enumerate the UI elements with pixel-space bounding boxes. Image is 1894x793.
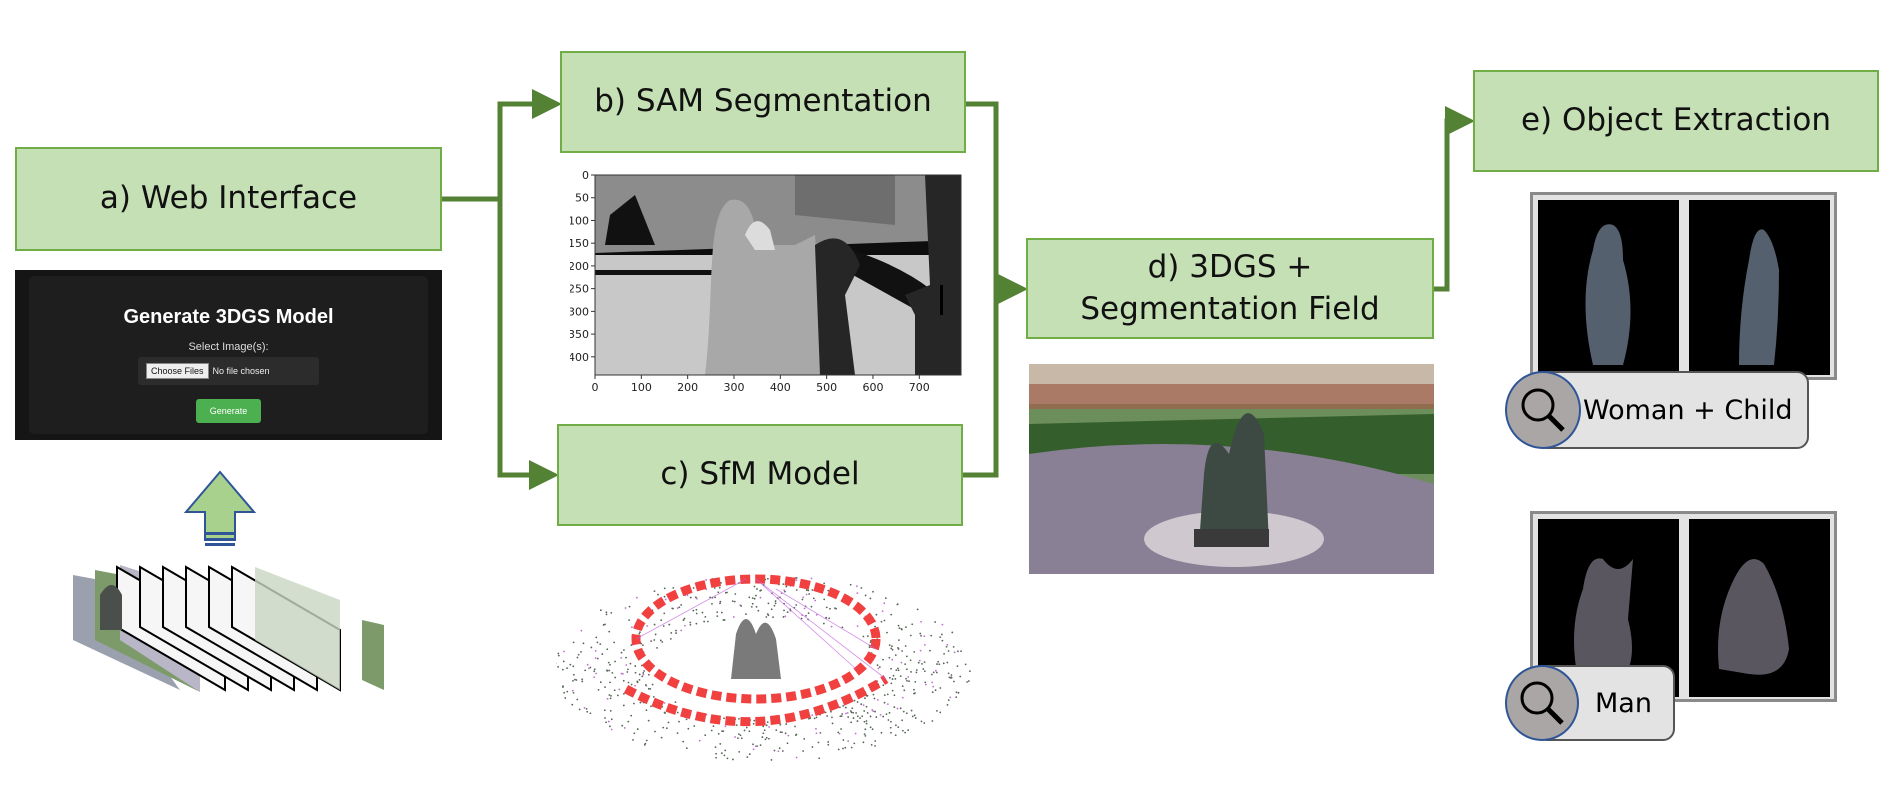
stage-d-3dgs-segmentation-field: d) 3DGS + Segmentation Field xyxy=(1026,238,1434,339)
x-tick-label: 100 xyxy=(631,381,652,394)
stage-d-label-line1: d) 3DGS + xyxy=(1147,248,1313,285)
y-tick-label: 100 xyxy=(570,214,589,227)
query-label: Man xyxy=(1595,687,1652,719)
connector-d-to-e xyxy=(1434,106,1475,292)
connector-a-to-b xyxy=(442,89,562,202)
x-tick-label: 0 xyxy=(592,381,599,394)
file-status: No file chosen xyxy=(212,366,270,376)
file-input[interactable]: Choose Files No file chosen xyxy=(138,357,319,385)
woman-child-extraction-panel xyxy=(1530,192,1837,380)
x-tick-label: 300 xyxy=(723,381,744,394)
stage-d-label-line2: Segmentation Field xyxy=(1080,290,1380,327)
stage-a-label: a) Web Interface xyxy=(99,180,358,217)
y-tick-label: 50 xyxy=(575,192,589,205)
stage-c-sfm-model: c) SfM Model xyxy=(557,424,963,526)
input-image-stack xyxy=(73,565,384,692)
query-label: Woman + Child xyxy=(1583,394,1793,426)
y-tick-label: 150 xyxy=(570,237,589,250)
man-view-2 xyxy=(1689,519,1830,697)
x-tick-label: 700 xyxy=(909,381,930,394)
stage-e-object-extraction: e) Object Extraction xyxy=(1473,70,1879,172)
stage-a-web-interface: a) Web Interface xyxy=(15,147,442,251)
magnifier-icon[interactable] xyxy=(1505,665,1579,741)
sam-segmentation-plot: 0 100 200 300 400 500 600 700 0 50 100 150 200 250 300… xyxy=(570,170,962,394)
generate-button[interactable]: Generate xyxy=(195,399,262,423)
select-images-label: Select Image(s): xyxy=(188,341,269,353)
y-tick-label: 400 xyxy=(570,351,589,364)
y-tick-label: 250 xyxy=(570,283,589,296)
stage-b-label: b) SAM Segmentation xyxy=(594,83,932,120)
y-tick-label: 0 xyxy=(582,170,589,182)
x-tick-label: 200 xyxy=(677,381,698,394)
y-tick-label: 300 xyxy=(570,305,589,318)
stage-e-label: e) Object Extraction xyxy=(1520,102,1832,139)
upload-arrow-icon xyxy=(183,470,257,546)
connector-b-to-d xyxy=(966,101,1028,304)
stage-c-label: c) SfM Model xyxy=(660,456,860,493)
y-tick-label: 200 xyxy=(570,260,589,273)
3dgs-render-image xyxy=(1029,364,1434,574)
x-tick-label: 500 xyxy=(816,381,837,394)
woman-child-view-1 xyxy=(1538,200,1679,375)
magnifier-icon[interactable] xyxy=(1505,371,1581,449)
x-tick-label: 400 xyxy=(770,381,791,394)
connector-a-to-c xyxy=(497,199,559,490)
web-card: Generate 3DGS Model Select Image(s): Cho… xyxy=(29,276,428,434)
stage-b-sam-segmentation: b) SAM Segmentation xyxy=(560,51,966,153)
choose-files-button[interactable]: Choose Files xyxy=(146,363,209,379)
y-tick-label: 350 xyxy=(570,328,589,341)
web-title: Generate 3DGS Model xyxy=(123,306,334,328)
woman-child-view-2 xyxy=(1689,200,1830,375)
x-tick-label: 600 xyxy=(862,381,883,394)
sfm-point-cloud-image xyxy=(556,574,971,761)
web-interface-screenshot: Generate 3DGS Model Select Image(s): Cho… xyxy=(15,270,442,440)
